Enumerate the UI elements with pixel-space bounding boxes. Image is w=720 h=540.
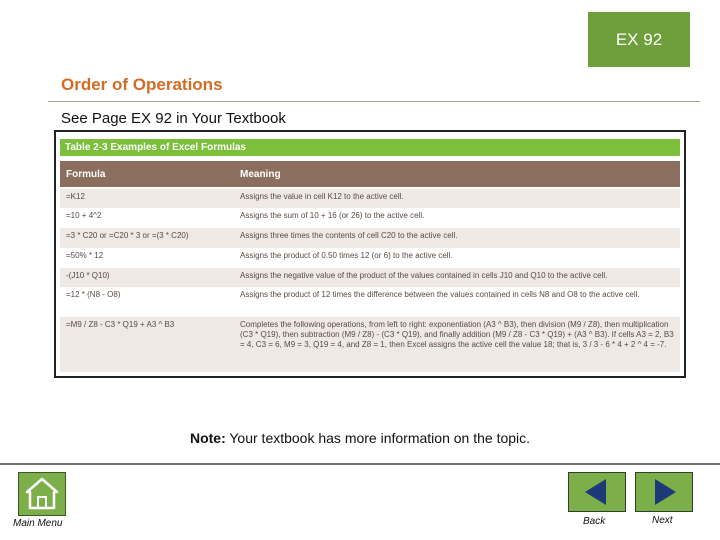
table-title: Table 2-3 Examples of Excel Formulas [60, 139, 680, 156]
row-formula: -(J10 * Q10) [66, 271, 110, 280]
table-row: =K12 Assigns the value in cell K12 to th… [60, 189, 680, 208]
home-icon [25, 477, 59, 510]
table-row: =M9 / Z8 - C3 * Q19 + A3 ^ B3 Completes … [60, 317, 680, 372]
row-meaning: Completes the following operations, from… [240, 320, 674, 349]
page-subtitle: See Page EX 92 in Your Textbook [61, 110, 286, 127]
section-title: Order of Operations [61, 75, 223, 94]
row-formula: =12 * (N8 - O8) [66, 290, 121, 299]
table-row: =12 * (N8 - O8) Assigns the product of 1… [60, 287, 680, 317]
formula-table-image: Table 2-3 Examples of Excel Formulas For… [54, 130, 686, 378]
row-formula: =K12 [66, 192, 85, 201]
page-badge: EX 92 [588, 12, 690, 67]
table-header: Formula Meaning [60, 161, 680, 187]
left-arrow-icon [585, 479, 606, 505]
row-formula: =M9 / Z8 - C3 * Q19 + A3 ^ B3 [66, 320, 175, 329]
back-button[interactable] [568, 472, 626, 512]
row-formula: =3 * C20 or =C20 * 3 or =(3 * C20) [66, 231, 189, 240]
row-formula: =10 + 4^2 [66, 211, 102, 220]
main-menu-button[interactable] [18, 472, 66, 516]
back-label[interactable]: Back [583, 516, 605, 527]
table-row: =50% * 12 Assigns the product of 0.50 ti… [60, 248, 680, 268]
row-meaning: Assigns three times the contents of cell… [240, 231, 458, 240]
footer-divider [0, 463, 720, 465]
next-label[interactable]: Next [652, 515, 673, 526]
row-meaning: Assigns the product of 12 times the diff… [240, 290, 640, 299]
row-meaning: Assigns the value in cell K12 to the act… [240, 192, 404, 201]
note-text: Note: Your textbook has more information… [0, 430, 720, 446]
header-meaning: Meaning [240, 169, 281, 180]
note-body: Your textbook has more information on th… [225, 430, 531, 446]
row-meaning: Assigns the product of 0.50 times 12 (or… [240, 251, 453, 260]
title-divider [48, 101, 700, 102]
next-button[interactable] [635, 472, 693, 512]
table-row: =3 * C20 or =C20 * 3 or =(3 * C20) Assig… [60, 228, 680, 248]
table-row: =10 + 4^2 Assigns the sum of 10 + 16 (or… [60, 208, 680, 228]
formula-table: Table 2-3 Examples of Excel Formulas For… [60, 136, 680, 372]
header-formula: Formula [66, 169, 106, 180]
page-badge-label: EX 92 [615, 29, 663, 49]
right-arrow-icon [655, 479, 676, 505]
table-row: -(J10 * Q10) Assigns the negative value … [60, 268, 680, 287]
row-meaning: Assigns the sum of 10 + 16 (or 26) to th… [240, 211, 425, 220]
main-menu-label[interactable]: Main Menu [13, 518, 62, 529]
row-formula: =50% * 12 [66, 251, 104, 260]
note-label: Note: [189, 430, 226, 446]
row-meaning: Assigns the negative value of the produc… [240, 271, 608, 280]
